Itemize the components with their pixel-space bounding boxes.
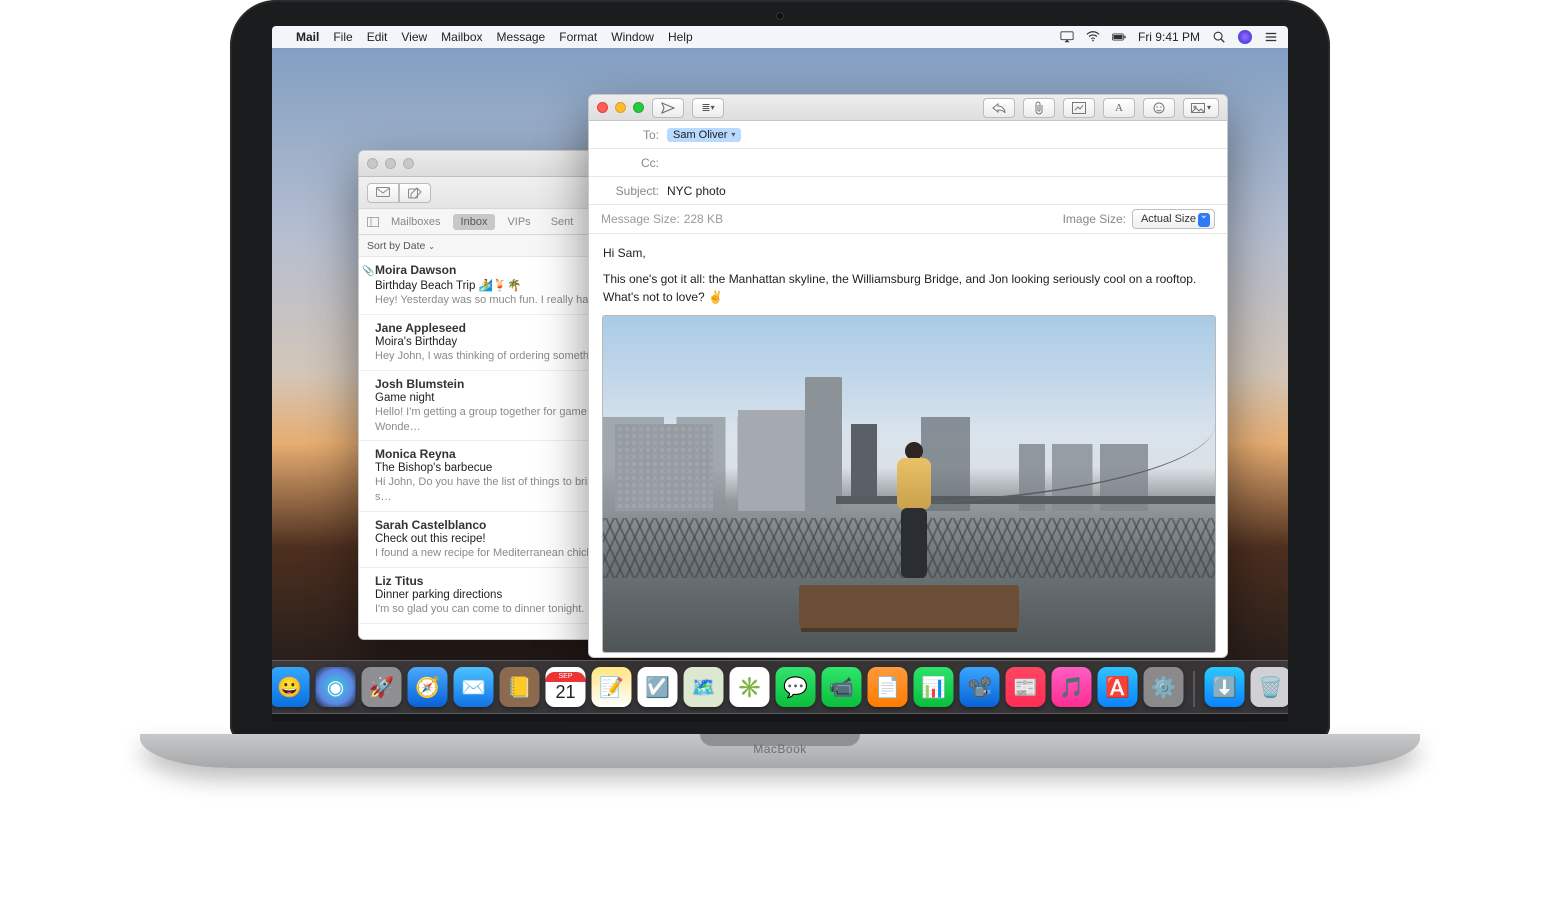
menu-window[interactable]: Window bbox=[611, 30, 654, 44]
dock-messages[interactable]: 💬 bbox=[776, 667, 816, 707]
body-greeting: Hi Sam, bbox=[603, 244, 1213, 262]
message-from: Monica Reyna bbox=[375, 447, 456, 461]
tab-mailboxes[interactable]: Mailboxes bbox=[383, 214, 449, 230]
attach-button[interactable] bbox=[1023, 98, 1055, 118]
message-from: Moira Dawson bbox=[375, 263, 456, 277]
spotlight-icon[interactable] bbox=[1212, 30, 1226, 44]
message-from: Liz Titus bbox=[375, 574, 423, 588]
subject-field[interactable]: NYC photo bbox=[667, 184, 726, 198]
dock-separator bbox=[1194, 671, 1195, 707]
message-size-label: Message Size: bbox=[601, 212, 680, 226]
message-body[interactable]: Hi Sam, This one's got it all: the Manha… bbox=[589, 234, 1227, 658]
airplay-icon[interactable] bbox=[1060, 30, 1074, 44]
body-text: This one's got it all: the Manhattan sky… bbox=[603, 270, 1213, 306]
app-menu[interactable]: Mail bbox=[296, 30, 319, 44]
window-minimize-button[interactable] bbox=[615, 102, 626, 113]
tab-sent[interactable]: Sent bbox=[543, 214, 582, 230]
menu-help[interactable]: Help bbox=[668, 30, 693, 44]
siri-icon[interactable] bbox=[1238, 30, 1252, 44]
attached-photo[interactable] bbox=[603, 316, 1215, 652]
dock-music[interactable]: 🎵 bbox=[1052, 667, 1092, 707]
dock-appstore[interactable]: 🅰️ bbox=[1098, 667, 1138, 707]
window-close-button[interactable] bbox=[597, 102, 608, 113]
message-from: Josh Blumstein bbox=[375, 377, 464, 391]
tab-vips[interactable]: VIPs bbox=[499, 214, 538, 230]
dock-launchpad[interactable]: 🚀 bbox=[362, 667, 402, 707]
menu-file[interactable]: File bbox=[333, 30, 352, 44]
window-zoom-button[interactable] bbox=[403, 158, 414, 169]
dock-photos[interactable]: ✳️ bbox=[730, 667, 770, 707]
dock-news[interactable]: 📰 bbox=[1006, 667, 1046, 707]
clock[interactable]: Fri 9:41 PM bbox=[1138, 30, 1200, 44]
dock-maps[interactable]: 🗺️ bbox=[684, 667, 724, 707]
sidebar-toggle-icon[interactable] bbox=[367, 217, 379, 227]
reply-button[interactable] bbox=[983, 98, 1015, 118]
emoji-button[interactable] bbox=[1143, 98, 1175, 118]
dock-numbers[interactable]: 📊 bbox=[914, 667, 954, 707]
dock-calendar[interactable]: SEP21 bbox=[546, 667, 586, 707]
send-button[interactable] bbox=[652, 98, 684, 118]
dock-preferences[interactable]: ⚙️ bbox=[1144, 667, 1184, 707]
to-label: To: bbox=[601, 128, 659, 142]
dock-finder[interactable]: 😀 bbox=[272, 667, 310, 707]
recipient-token[interactable]: Sam Oliver bbox=[667, 128, 741, 142]
dock-facetime[interactable]: 📹 bbox=[822, 667, 862, 707]
message-from: Jane Appleseed bbox=[375, 321, 466, 335]
dock-contacts[interactable]: 📒 bbox=[500, 667, 540, 707]
compose-button[interactable] bbox=[399, 183, 431, 203]
image-size-select[interactable]: Actual Size bbox=[1132, 209, 1215, 229]
battery-icon[interactable] bbox=[1112, 30, 1126, 44]
dock-reminders[interactable]: ☑️ bbox=[638, 667, 678, 707]
dock-mail[interactable]: ✉️ bbox=[454, 667, 494, 707]
window-close-button[interactable] bbox=[367, 158, 378, 169]
device-brand: MacBook bbox=[753, 742, 807, 756]
sort-menu[interactable]: Sort by Date ⌄ bbox=[367, 240, 435, 252]
menu-view[interactable]: View bbox=[401, 30, 427, 44]
window-zoom-button[interactable] bbox=[633, 102, 644, 113]
markup-button[interactable] bbox=[1063, 98, 1095, 118]
header-fields-button[interactable]: ≣ ▾ bbox=[692, 98, 724, 118]
subject-label: Subject: bbox=[601, 184, 659, 198]
image-size-label: Image Size: bbox=[1063, 212, 1126, 226]
notification-center-icon[interactable] bbox=[1264, 30, 1278, 44]
get-mail-button[interactable] bbox=[367, 183, 399, 203]
menu-message[interactable]: Message bbox=[497, 30, 546, 44]
dock-pages[interactable]: 📄 bbox=[868, 667, 908, 707]
dock-safari[interactable]: 🧭 bbox=[408, 667, 448, 707]
menu-edit[interactable]: Edit bbox=[367, 30, 388, 44]
dock-keynote[interactable]: 📽️ bbox=[960, 667, 1000, 707]
compose-window[interactable]: ≣ ▾ A ▾ To: Sam Oliver Cc bbox=[588, 94, 1228, 658]
message-from: Sarah Castelblanco bbox=[375, 518, 486, 532]
dock-siri[interactable]: ◉ bbox=[316, 667, 356, 707]
photo-browser-button[interactable]: ▾ bbox=[1183, 98, 1219, 118]
menubar: Mail File Edit View Mailbox Message Form… bbox=[272, 26, 1288, 48]
menu-mailbox[interactable]: Mailbox bbox=[441, 30, 482, 44]
menu-format[interactable]: Format bbox=[559, 30, 597, 44]
tab-inbox[interactable]: Inbox bbox=[453, 214, 496, 230]
message-size-value: 228 KB bbox=[684, 212, 723, 226]
dock-downloads[interactable]: ⬇️ bbox=[1205, 667, 1245, 707]
cc-label: Cc: bbox=[601, 156, 659, 170]
dock-notes[interactable]: 📝 bbox=[592, 667, 632, 707]
wifi-icon[interactable] bbox=[1086, 30, 1100, 44]
dock[interactable]: 😀◉🚀🧭✉️📒SEP21📝☑️🗺️✳️💬📹📄📊📽️📰🎵🅰️⚙️ ⬇️🗑️ bbox=[272, 660, 1288, 714]
window-minimize-button[interactable] bbox=[385, 158, 396, 169]
attachment-icon: 📎 bbox=[362, 266, 374, 277]
camera bbox=[776, 12, 784, 20]
format-button[interactable]: A bbox=[1103, 98, 1135, 118]
dock-trash[interactable]: 🗑️ bbox=[1251, 667, 1289, 707]
